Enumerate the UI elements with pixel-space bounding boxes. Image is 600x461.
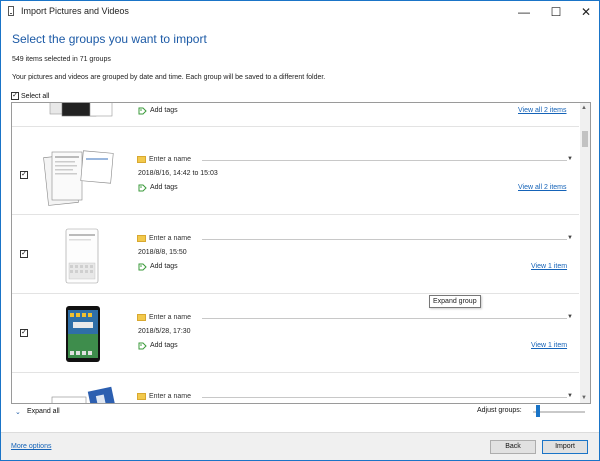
chevron-down-icon[interactable]: ▼ (567, 314, 573, 320)
view-items-link[interactable]: View 1 item (531, 342, 567, 349)
group-name-input[interactable]: Enter a name (149, 156, 191, 163)
group-row: ✓ Enter a name ▼ 2018/8/8, 15:50 Add tag… (12, 215, 579, 294)
maximize-button[interactable]: ☐ (541, 1, 571, 23)
group-thumbnail[interactable] (42, 146, 117, 206)
group-date: 2018/8/16, 14:42 to 15:03 (138, 170, 218, 177)
group-row: ✓ Enter a name ▼ 2018/5/28, 17:30 Add ta… (12, 294, 579, 373)
selection-count: 549 items selected in 71 groups (12, 56, 111, 63)
group-date: 2018/8/8, 15:50 (138, 249, 187, 256)
group-row: ✓ Enter a name ▼ 2018/8/16, 14:42 to 15:… (12, 136, 579, 215)
group-row: Enter a name ▼ (12, 373, 579, 403)
view-items-link[interactable]: View all 2 items (518, 107, 567, 114)
vertical-scrollbar[interactable]: ▲ ▼ (580, 103, 590, 403)
more-options-link[interactable]: More options (11, 443, 51, 450)
tag-icon (138, 342, 147, 350)
folder-icon (137, 156, 146, 163)
group-row: Add tags View all 2 items (12, 103, 579, 127)
grouping-description: Your pictures and videos are grouped by … (12, 74, 326, 81)
group-checkbox[interactable]: ✓ (20, 329, 28, 337)
group-date: 2018/5/28, 17:30 (138, 328, 191, 335)
import-window: Import Pictures and Videos — ☐ ✕ Select … (0, 0, 600, 461)
chevron-down-icon[interactable]: ⌄ (15, 408, 21, 416)
minimize-button[interactable]: — (509, 1, 539, 23)
select-all-label[interactable]: Select all (21, 93, 49, 100)
title-bar: Import Pictures and Videos — ☐ ✕ (1, 1, 599, 23)
back-button[interactable]: Back (490, 440, 536, 454)
view-items-link[interactable]: View 1 item (531, 263, 567, 270)
group-list[interactable]: Add tags View all 2 items ✓ Enter a name… (11, 102, 591, 404)
add-tags-link[interactable]: Add tags (150, 184, 178, 191)
close-button[interactable]: ✕ (571, 1, 599, 23)
import-button[interactable]: Import (542, 440, 588, 454)
add-tags-link[interactable]: Add tags (150, 342, 178, 349)
add-tags-link[interactable]: Add tags (150, 263, 178, 270)
group-thumbnail[interactable] (42, 103, 117, 118)
chevron-down-icon[interactable]: ▼ (567, 156, 573, 162)
tag-icon (138, 184, 147, 192)
group-checkbox[interactable]: ✓ (20, 250, 28, 258)
page-title: Select the groups you want to import (12, 32, 207, 46)
group-checkbox[interactable]: ✓ (20, 171, 28, 179)
group-thumbnail[interactable] (42, 225, 117, 285)
expand-all-link[interactable]: Expand all (27, 408, 60, 415)
adjust-groups-label: Adjust groups: (477, 407, 522, 414)
select-all-checkbox[interactable]: ✓ (11, 92, 19, 100)
group-name-underline (202, 239, 567, 240)
scroll-down-icon[interactable]: ▼ (581, 395, 587, 401)
scroll-up-icon[interactable]: ▲ (581, 105, 587, 111)
folder-icon (137, 393, 146, 400)
group-name-input[interactable]: Enter a name (149, 314, 191, 321)
window-title: Import Pictures and Videos (21, 6, 129, 16)
adjust-groups-slider-handle[interactable] (536, 405, 540, 417)
group-thumbnail[interactable] (42, 304, 117, 364)
scrollbar-thumb[interactable] (582, 131, 588, 147)
group-name-underline (202, 160, 567, 161)
footer-bar: More options Back Import (1, 432, 599, 460)
group-name-input[interactable]: Enter a name (149, 393, 191, 400)
adjust-groups-slider-track[interactable] (533, 411, 585, 413)
view-items-link[interactable]: View all 2 items (518, 184, 567, 191)
folder-icon (137, 235, 146, 242)
tag-icon (138, 263, 147, 271)
tag-icon (138, 107, 147, 115)
chevron-down-icon[interactable]: ▼ (567, 393, 573, 399)
expand-group-tooltip: Expand group (429, 295, 481, 308)
add-tags-link[interactable]: Add tags (150, 107, 178, 114)
folder-icon (137, 314, 146, 321)
group-name-underline (202, 318, 567, 319)
app-icon (8, 6, 14, 16)
group-thumbnail[interactable] (42, 383, 117, 403)
chevron-down-icon[interactable]: ▼ (567, 235, 573, 241)
group-name-underline (202, 397, 567, 398)
group-name-input[interactable]: Enter a name (149, 235, 191, 242)
